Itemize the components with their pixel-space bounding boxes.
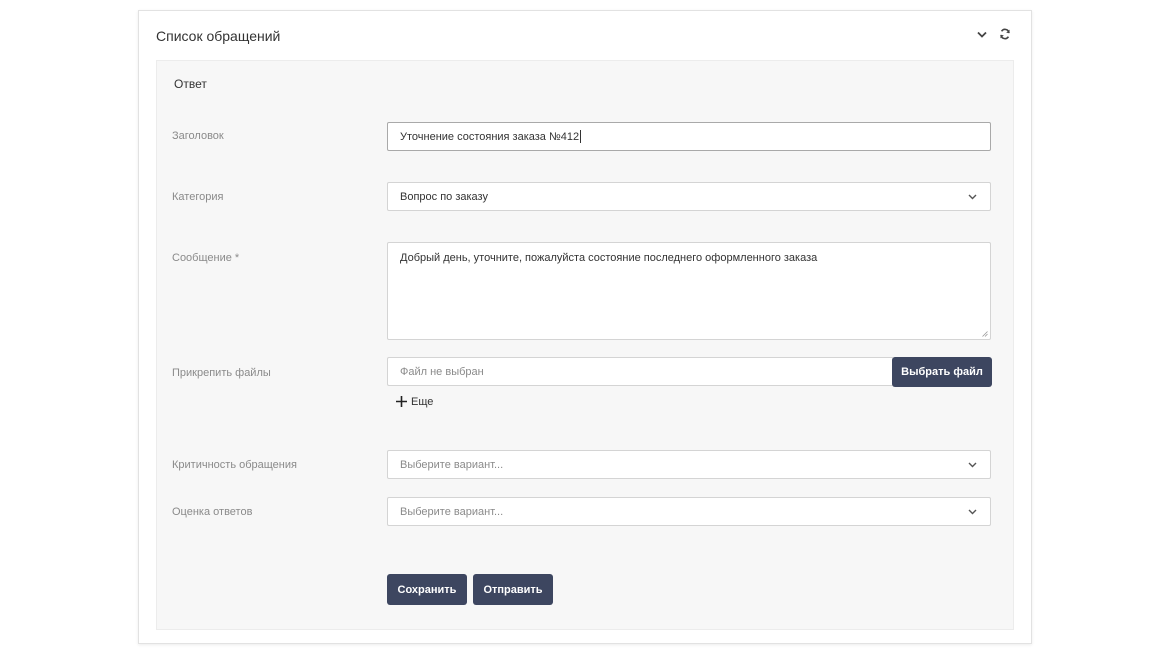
text-cursor bbox=[580, 130, 582, 143]
rating-label: Оценка ответов bbox=[172, 506, 253, 518]
resize-handle-icon[interactable] bbox=[982, 331, 988, 337]
criticality-label: Критичность обращения bbox=[172, 459, 297, 471]
message-textarea[interactable]: Добрый день, уточните, пожалуйста состоя… bbox=[387, 242, 991, 340]
chevron-down-icon[interactable] bbox=[974, 26, 990, 42]
message-value: Добрый день, уточните, пожалуйста состоя… bbox=[400, 252, 818, 264]
refresh-icon[interactable] bbox=[997, 26, 1013, 42]
subject-value: Уточнение состояния заказа №412 bbox=[400, 130, 580, 143]
rating-select[interactable]: Выберите вариант... bbox=[387, 497, 991, 526]
choose-file-button[interactable]: Выбрать файл bbox=[892, 357, 992, 387]
subject-input[interactable]: Уточнение состояния заказа №412 bbox=[387, 122, 991, 151]
file-input[interactable]: Файл не выбран bbox=[387, 357, 893, 386]
criticality-select[interactable]: Выберите вариант... bbox=[387, 450, 991, 479]
category-value: Вопрос по заказу bbox=[400, 190, 488, 203]
section-title: Ответ bbox=[174, 77, 207, 91]
add-more-label: Еще bbox=[411, 395, 434, 408]
rating-placeholder: Выберите вариант... bbox=[400, 505, 504, 518]
category-label: Категория bbox=[172, 191, 224, 203]
chevron-down-icon bbox=[968, 194, 977, 199]
plus-icon bbox=[396, 396, 407, 407]
attachments-label: Прикрепить файлы bbox=[172, 367, 271, 379]
category-select[interactable]: Вопрос по заказу bbox=[387, 182, 991, 211]
panel-title: Список обращений bbox=[156, 28, 281, 44]
send-button[interactable]: Отправить bbox=[473, 574, 553, 605]
add-more-files-button[interactable]: Еще bbox=[395, 395, 433, 408]
save-button[interactable]: Сохранить bbox=[387, 574, 467, 605]
subject-label: Заголовок bbox=[172, 130, 224, 142]
message-label: Сообщение * bbox=[172, 252, 240, 264]
chevron-down-icon bbox=[968, 509, 977, 514]
response-form: Ответ Заголовок Уточнение состояния зака… bbox=[156, 60, 1014, 630]
criticality-placeholder: Выберите вариант... bbox=[400, 458, 504, 471]
chevron-down-icon bbox=[968, 462, 977, 467]
requests-panel: Список обращений Ответ Заголовок Уточнен… bbox=[138, 10, 1032, 644]
